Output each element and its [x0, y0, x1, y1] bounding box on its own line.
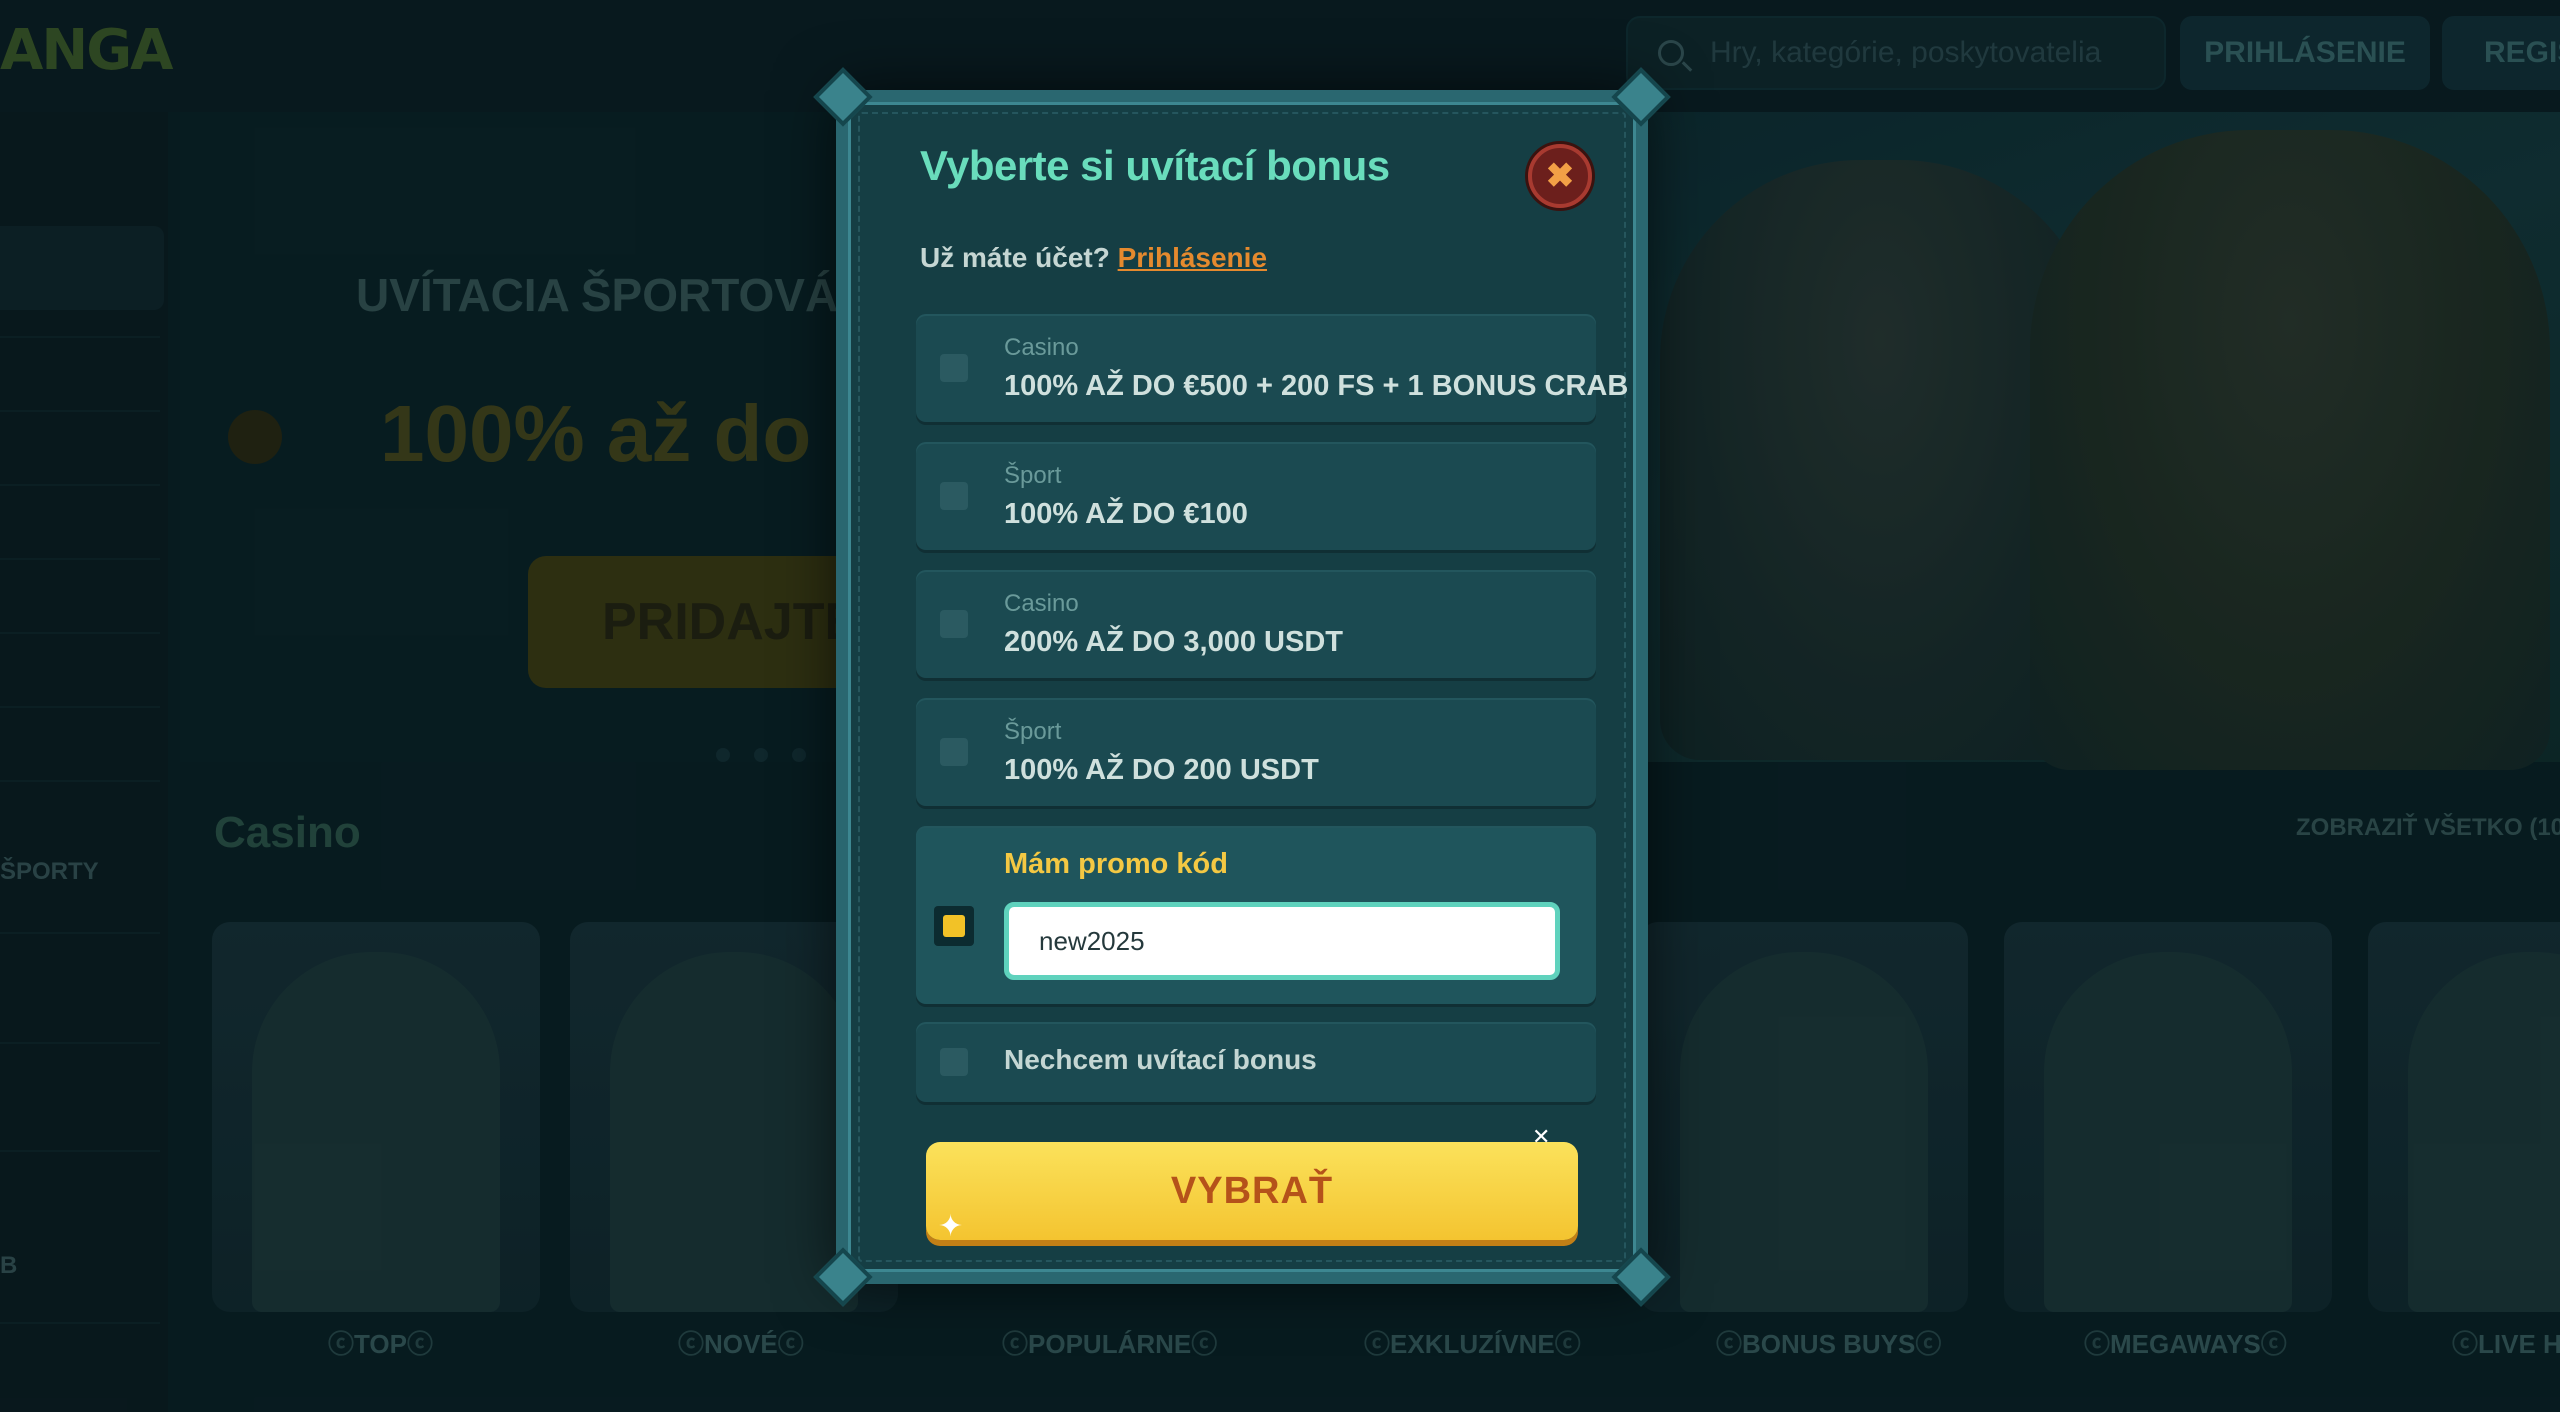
welcome-bonus-modal: Vyberte si uvítací bonus ✖ Už máte účet?…	[813, 67, 1671, 1307]
bonus-option-checkbox[interactable]	[940, 482, 968, 510]
close-button[interactable]: ✖	[1528, 144, 1592, 208]
bonus-option-category: Casino	[1004, 590, 1079, 617]
promo-code-input[interactable]	[1004, 902, 1560, 980]
promo-checkbox-checked[interactable]	[934, 906, 974, 946]
bonus-option-category: Casino	[1004, 334, 1079, 361]
no-bonus-label: Nechcem uvítací bonus	[1004, 1044, 1317, 1075]
sparkle-icon: ✦	[938, 1210, 964, 1243]
bonus-option-category: Šport	[1004, 462, 1062, 489]
select-button-label: VYBRAŤ	[1170, 1170, 1334, 1212]
select-button[interactable]: VYBRAŤ	[926, 1142, 1578, 1240]
bonus-option-value: 200% AŽ DO 3,000 USDT	[1004, 626, 1343, 658]
bonus-option-category: Šport	[1004, 718, 1062, 745]
bonus-option-checkbox[interactable]	[940, 354, 968, 382]
modal-title: Vyberte si uvítací bonus	[920, 142, 1390, 189]
account-question: Už máte účet?	[920, 242, 1110, 273]
bonus-option-none[interactable]: Nechcem uvítací bonus	[916, 1022, 1596, 1102]
bonus-option-checkbox[interactable]	[940, 1048, 968, 1076]
promo-label: Mám promo kód	[1004, 848, 1228, 880]
bonus-option-checkbox[interactable]	[940, 738, 968, 766]
bonus-option-checkbox[interactable]	[940, 610, 968, 638]
bonus-option-sport-2[interactable]: Šport 100% AŽ DO 200 USDT	[916, 698, 1596, 806]
bonus-option-casino-2[interactable]: Casino 200% AŽ DO 3,000 USDT	[916, 570, 1596, 678]
bonus-option-value: 100% AŽ DO 200 USDT	[1004, 754, 1319, 786]
sparkle-icon: ✕	[1532, 1124, 1551, 1149]
account-prompt: Už máte účet? Prihlásenie	[920, 242, 1267, 274]
bonus-option-value: 100% AŽ DO €100	[1004, 498, 1248, 530]
bonus-option-casino-1[interactable]: Casino 100% AŽ DO €500 + 200 FS + 1 BONU…	[916, 314, 1628, 422]
bonus-option-promo[interactable]: Mám promo kód	[916, 826, 1596, 1004]
bonus-option-value: 100% AŽ DO €500 + 200 FS + 1 BONUS CRAB	[1004, 370, 1629, 402]
login-link[interactable]: Prihlásenie	[1118, 242, 1267, 273]
bonus-option-sport-1[interactable]: Šport 100% AŽ DO €100	[916, 442, 1596, 550]
close-icon: ✖	[1545, 157, 1575, 195]
